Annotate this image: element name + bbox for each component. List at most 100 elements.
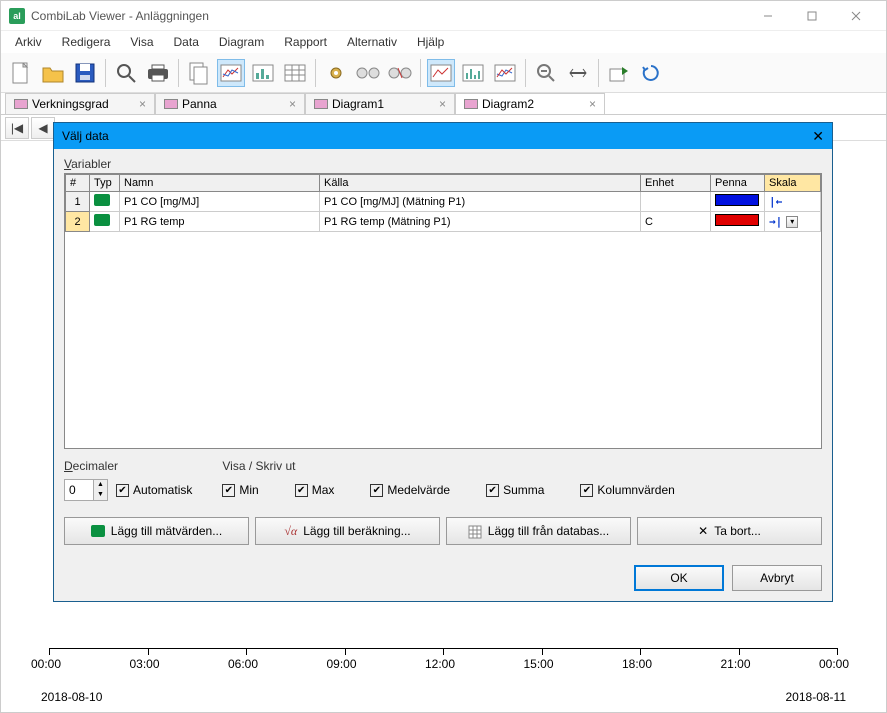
table-row[interactable]: 1 P1 CO [mg/MJ] P1 CO [mg/MJ] (Mätning P… — [66, 192, 821, 212]
menu-arkiv[interactable]: Arkiv — [7, 33, 50, 51]
max-checkbox[interactable]: ✔Max — [295, 483, 335, 497]
x-tick: 12:00 — [425, 657, 455, 671]
search-icon[interactable] — [112, 59, 140, 87]
table-icon[interactable] — [281, 59, 309, 87]
delete-icon: ✕ — [698, 524, 708, 538]
x-tick: 15:00 — [524, 657, 554, 671]
close-icon[interactable]: × — [139, 97, 146, 111]
chart-opt3-icon[interactable] — [491, 59, 519, 87]
row-source: P1 RG temp (Mätning P1) — [320, 212, 641, 232]
calc-icon: √α — [284, 524, 297, 539]
add-calculation-button[interactable]: √α Lägg till beräkning... — [255, 517, 440, 545]
cancel-button[interactable]: Avbryt — [732, 565, 822, 591]
maximize-button[interactable] — [790, 2, 834, 30]
row-index: 1 — [66, 192, 90, 212]
decimals-input[interactable] — [65, 480, 93, 500]
window-title: CombiLab Viewer - Anläggningen — [31, 9, 209, 23]
chart-bar-icon[interactable] — [249, 59, 277, 87]
titlebar: al CombiLab Viewer - Anläggningen — [1, 1, 886, 31]
chart-opt2-icon[interactable] — [459, 59, 487, 87]
chart-line-icon[interactable] — [217, 59, 245, 87]
menu-data[interactable]: Data — [166, 33, 207, 51]
col-enhet[interactable]: Enhet — [641, 175, 711, 192]
column-values-checkbox[interactable]: ✔Kolumnvärden — [580, 483, 674, 497]
measurement-icon — [91, 525, 105, 537]
x-tick: 06:00 — [228, 657, 258, 671]
app-icon: al — [9, 8, 25, 24]
ok-button[interactable]: OK — [634, 565, 724, 591]
database-icon — [468, 525, 482, 537]
close-icon[interactable]: × — [589, 97, 596, 111]
tab-verkningsgrad[interactable]: Verkningsgrad × — [5, 93, 155, 114]
refresh-icon[interactable] — [637, 59, 665, 87]
menu-redigera[interactable]: Redigera — [54, 33, 119, 51]
col-num[interactable]: # — [66, 175, 90, 192]
tape-b-icon[interactable] — [386, 59, 414, 87]
chart-tab-icon — [14, 99, 28, 109]
variables-label: Variabler — [64, 157, 822, 171]
tab-diagram1[interactable]: Diagram1 × — [305, 93, 455, 114]
close-button[interactable] — [834, 2, 878, 30]
new-file-icon[interactable] — [7, 59, 35, 87]
x-tick: 09:00 — [327, 657, 357, 671]
row-unit: C — [641, 212, 711, 232]
row-scale[interactable]: →|▾ — [765, 212, 821, 232]
spinner-down-icon[interactable]: ▼ — [94, 490, 107, 500]
zoom-out-icon[interactable] — [532, 59, 560, 87]
col-kalla[interactable]: Källa — [320, 175, 641, 192]
print-icon[interactable] — [144, 59, 172, 87]
row-pen[interactable] — [711, 212, 765, 232]
add-measurements-button[interactable]: Lägg till mätvärden... — [64, 517, 249, 545]
tab-panna[interactable]: Panna × — [155, 93, 305, 114]
table-row[interactable]: 2 P1 RG temp P1 RG temp (Mätning P1) C →… — [66, 212, 821, 232]
copy-icon[interactable] — [185, 59, 213, 87]
col-skala[interactable]: Skala — [765, 175, 821, 192]
scale-dropdown-icon[interactable]: ▾ — [786, 216, 798, 228]
chart-opt1-icon[interactable] — [427, 59, 455, 87]
nav-first-icon[interactable]: |◀ — [5, 117, 29, 139]
col-penna[interactable]: Penna — [711, 175, 765, 192]
row-type-icon — [90, 192, 120, 212]
chart-tab-icon — [164, 99, 178, 109]
menu-visa[interactable]: Visa — [122, 33, 161, 51]
axis-date-end: 2018-08-11 — [786, 690, 847, 704]
menubar: Arkiv Redigera Visa Data Diagram Rapport… — [1, 31, 886, 53]
open-folder-icon[interactable] — [39, 59, 67, 87]
automatic-checkbox[interactable]: ✔ Automatisk — [116, 483, 192, 497]
remove-button[interactable]: ✕ Ta bort... — [637, 517, 822, 545]
menu-diagram[interactable]: Diagram — [211, 33, 272, 51]
gear-icon[interactable] — [322, 59, 350, 87]
export-icon[interactable] — [605, 59, 633, 87]
close-icon[interactable]: × — [289, 97, 296, 111]
decimals-spinner[interactable]: ▲▼ — [64, 479, 108, 501]
row-pen[interactable] — [711, 192, 765, 212]
sum-checkbox[interactable]: ✔Summa — [486, 483, 544, 497]
col-typ[interactable]: Typ — [90, 175, 120, 192]
tab-label: Panna — [182, 97, 217, 111]
axis-date-start: 2018-08-10 — [41, 690, 102, 704]
row-name: P1 RG temp — [120, 212, 320, 232]
menu-rapport[interactable]: Rapport — [276, 33, 335, 51]
minimize-button[interactable] — [746, 2, 790, 30]
chart-tab-icon — [314, 99, 328, 109]
add-from-database-button[interactable]: Lägg till från databas... — [446, 517, 631, 545]
tab-label: Verkningsgrad — [32, 97, 109, 111]
tape-a-icon[interactable] — [354, 59, 382, 87]
average-checkbox[interactable]: ✔Medelvärde — [370, 483, 450, 497]
nav-prev-icon[interactable]: ◀ — [31, 117, 55, 139]
menu-alternativ[interactable]: Alternativ — [339, 33, 405, 51]
x-tick: 00:00 — [31, 657, 61, 671]
row-scale[interactable]: |← — [765, 192, 821, 212]
dialog-close-icon[interactable]: ✕ — [812, 128, 824, 145]
x-tick: 18:00 — [622, 657, 652, 671]
col-namn[interactable]: Namn — [120, 175, 320, 192]
dialog-titlebar[interactable]: Välj data ✕ — [54, 123, 832, 149]
tab-diagram2[interactable]: Diagram2 × — [455, 93, 605, 114]
min-checkbox[interactable]: ✔Min — [222, 483, 258, 497]
expand-icon[interactable] — [564, 59, 592, 87]
menu-hjalp[interactable]: Hjälp — [409, 33, 452, 51]
close-icon[interactable]: × — [439, 97, 446, 111]
spinner-up-icon[interactable]: ▲ — [94, 480, 107, 490]
visa-label: Visa / Skriv ut — [222, 459, 822, 473]
save-icon[interactable] — [71, 59, 99, 87]
